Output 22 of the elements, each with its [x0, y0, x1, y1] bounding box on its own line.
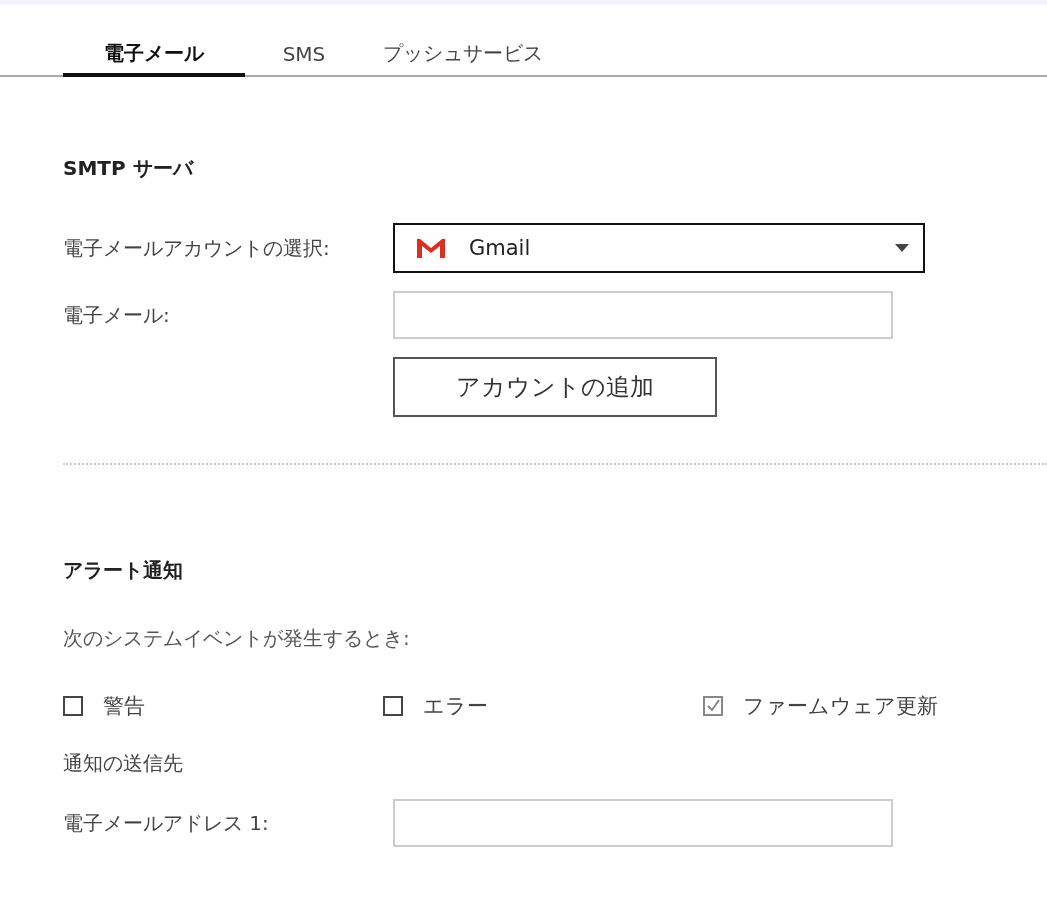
email-field[interactable] [393, 291, 893, 339]
checkbox[interactable] [383, 696, 403, 716]
account-dropdown[interactable]: Gmail [393, 223, 925, 273]
checkbox-label: エラー [423, 693, 488, 720]
field-label: 電子メール: [63, 301, 171, 329]
field-label: 電子メールアカウントの選択: [63, 234, 331, 262]
caret-icon [895, 244, 909, 252]
field-label: 電子メールアドレス 1: [63, 809, 270, 837]
recipients-heading: 通知の送信先 [63, 750, 184, 777]
checkbox[interactable] [63, 696, 83, 716]
checkbox-label: ファームウェア更新 [743, 693, 938, 720]
tab[interactable]: SMS [245, 40, 363, 77]
mail-icon [415, 237, 447, 259]
section-title: アラート通知 [63, 557, 184, 584]
tab[interactable]: プッシュサービス [363, 40, 563, 77]
description-text: 次のシステムイベントが発生するとき: [63, 625, 411, 652]
email-address-field[interactable] [393, 799, 893, 847]
section-title: SMTP サーバ [63, 155, 195, 182]
add-account-button[interactable]: アカウントの追加 [393, 357, 717, 417]
checkbox-label: 警告 [103, 693, 145, 720]
checkbox[interactable] [703, 696, 723, 716]
tab[interactable]: 電子メール [63, 40, 245, 77]
